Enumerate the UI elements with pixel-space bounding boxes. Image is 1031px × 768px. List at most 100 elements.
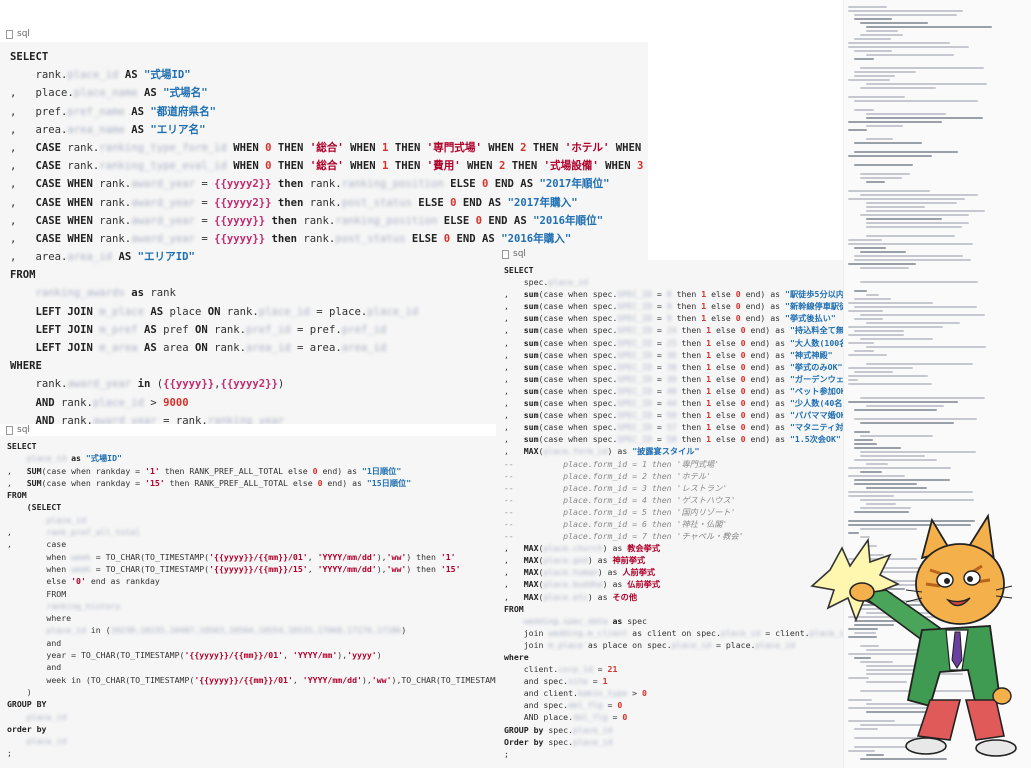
minimap-line — [866, 210, 985, 212]
code-token: , area. — [10, 123, 68, 136]
code-area[interactable]: SELECT place_id as "式場ID", SUM(case when… — [0, 436, 500, 768]
minimap-line — [854, 109, 874, 111]
code-token: '{{yyyy}}/{{mm}}/01' — [184, 650, 284, 661]
code-token: "挙式のみOK" — [789, 361, 843, 372]
code-token: and spec. — [504, 700, 569, 711]
code-token: AS — [118, 69, 144, 82]
minimap-line — [848, 375, 928, 377]
code-token: = — [651, 349, 667, 360]
minimap-line — [848, 190, 930, 192]
code-token: "2016年順位" — [533, 214, 604, 227]
code-token: 58 — [666, 434, 677, 445]
code-token: WHEN — [460, 160, 499, 173]
code-token: , — [7, 465, 27, 476]
code-token: THEN — [526, 141, 565, 154]
code-token: as — [66, 453, 86, 464]
code-token: END AS — [482, 214, 534, 227]
code-token: 0 — [617, 700, 623, 711]
code-token: end) as — [740, 313, 786, 324]
code-token: , case — [7, 539, 67, 550]
code-token: ), — [337, 650, 348, 661]
code-line: , case — [0, 538, 500, 550]
code-token: = TO_CHAR(TO_TIMESTAMP( — [90, 551, 210, 562]
code-token: 10230,10235,10487,10503,10504,10554,1053… — [110, 625, 402, 636]
code-token: = — [651, 301, 667, 312]
code-token: ), — [376, 563, 387, 574]
code-token: m_place — [99, 305, 144, 318]
code-line: when week = TO_CHAR(TO_TIMESTAMP('{{yyyy… — [0, 563, 500, 575]
code-token: place_id — [26, 453, 67, 464]
code-token: end as rankday — [85, 576, 160, 587]
code-token: '{{yyyy}}/{{mm}}/15' — [209, 563, 308, 574]
code-token: -- place.form_id = 4 then 'ゲストハウス' — [504, 494, 736, 505]
code-token: THEN — [271, 160, 310, 173]
code-token: sum — [523, 349, 539, 360]
cat-mascot-illustration — [810, 513, 1017, 757]
code-token: 'yyyy' — [347, 650, 377, 661]
code-token: join — [504, 627, 549, 638]
code-line: , CASE rank.ranking_type_form_id WHEN 0 … — [0, 139, 648, 157]
code-token: end) as — [740, 289, 786, 300]
minimap-line — [854, 290, 867, 292]
code-token: then — [271, 196, 310, 209]
file-tab-label: sql — [17, 425, 30, 435]
code-token: '15' — [145, 477, 165, 488]
code-token: order by — [7, 723, 47, 734]
code-token: WHEN — [343, 141, 383, 154]
code-token: AND — [35, 396, 62, 409]
code-token: {{yyyy}} — [163, 378, 215, 391]
code-token: ranking_type_eval_id — [99, 160, 227, 173]
code-line: place_id in (10230,10235,10487,10503,105… — [0, 624, 500, 636]
code-line: FROM — [0, 489, 500, 501]
code-token: -- place.form_id = 7 then 'チャペル・教会' — [504, 531, 744, 542]
code-token: rank. — [226, 305, 259, 318]
code-token: where — [504, 652, 529, 662]
code-token: (case when spec. — [538, 349, 618, 360]
code-token: SPEC_ID — [617, 337, 652, 348]
code-token: 38 — [666, 361, 677, 372]
minimap-line — [854, 75, 895, 77]
code-token: m_area — [99, 342, 138, 354]
code-line: rank.place_id AS "式場ID" — [0, 66, 648, 84]
minimap-line — [866, 26, 992, 28]
code-line: FROM — [0, 588, 500, 600]
code-token: then — [676, 410, 707, 421]
code-line: , sum(case when spec.SPEC_ID = 38 then 1… — [496, 361, 852, 373]
code-token: = pref. — [290, 323, 342, 336]
code-token: END AS — [456, 196, 508, 209]
code-token: , — [504, 446, 524, 457]
minimap-line — [848, 263, 916, 265]
code-token: where — [7, 613, 72, 624]
file-tab[interactable]: sql — [0, 26, 648, 42]
minimap-line — [860, 422, 954, 424]
code-token: 'YYYY/mm' — [292, 650, 338, 661]
minimap-line — [866, 181, 885, 183]
code-token: rank. — [99, 214, 132, 227]
code-token: sum — [523, 361, 539, 372]
code-line: , SUM(case when rankday = '1' then RANK_… — [0, 465, 500, 477]
minimap-line — [854, 479, 950, 481]
code-token: as place on spec. — [582, 639, 672, 650]
code-token: , — [504, 543, 524, 554]
code-token: end) as — [745, 337, 790, 348]
code-token: FROM — [10, 269, 36, 282]
code-token: ),TO_CHAR(TO_TIMESTAMP( — [391, 674, 500, 685]
code-line: place_id — [0, 735, 500, 747]
code-token: FROM — [504, 603, 524, 614]
code-token: site — [568, 676, 588, 687]
code-token: MAX — [523, 446, 539, 457]
code-token: , — [504, 289, 524, 300]
code-token: rank. — [303, 232, 336, 245]
code-token: = — [651, 422, 667, 433]
code-token: then — [676, 422, 707, 433]
code-line: , CASE WHEN rank.award_year = {{yyyy2}} … — [0, 194, 648, 212]
code-token: and client. — [504, 688, 578, 699]
code-line: -- place.form_id = 1 then '専門式場' — [496, 458, 852, 470]
code-token: then — [671, 289, 702, 300]
code-token: ranking_type_form_id — [99, 141, 227, 154]
code-token: ) as — [607, 446, 633, 457]
code-token: place_id — [92, 396, 144, 409]
code-token: (case when spec. — [538, 301, 618, 312]
code-token: else — [711, 410, 741, 421]
